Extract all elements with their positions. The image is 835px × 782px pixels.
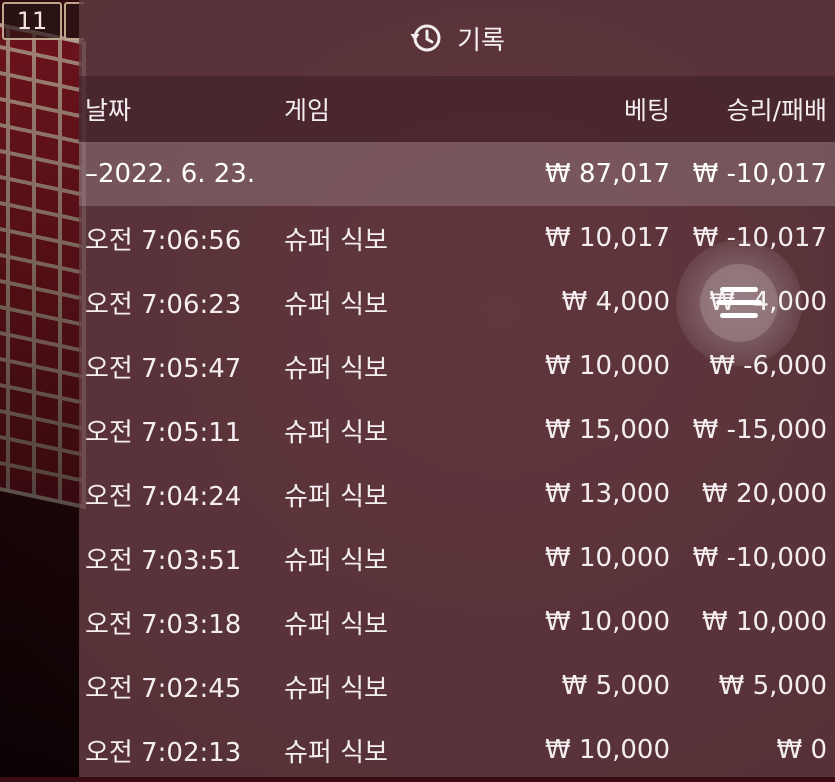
day-group-header[interactable]: –2022. 6. 23. ₩ 87,017 ₩ -10,017: [79, 142, 835, 206]
round-badge: 11: [2, 2, 62, 40]
row-result: ₩ 0: [776, 735, 827, 765]
row-time: 오전 7:03:18: [85, 609, 242, 640]
row-bet: ₩ 10,000: [545, 351, 670, 381]
row-bet: ₩ 10,017: [545, 223, 670, 253]
menu-button-inner: [700, 264, 778, 342]
row-game: 슈퍼 식보: [284, 225, 388, 256]
table-row[interactable]: 오전 7:02:13 슈퍼 식보 ₩ 10,000 ₩ 0: [79, 718, 835, 782]
row-bet: ₩ 13,000: [545, 479, 670, 509]
panel-header: 기록: [79, 0, 835, 76]
table-row[interactable]: 오전 7:05:11 슈퍼 식보 ₩ 15,000 ₩ -15,000: [79, 398, 835, 462]
day-group-date: –2022. 6. 23.: [85, 159, 256, 189]
row-time: 오전 7:05:11: [85, 417, 242, 448]
row-bet: ₩ 4,000: [561, 287, 670, 317]
column-header-result: 승리/패배: [726, 96, 827, 125]
row-game: 슈퍼 식보: [284, 289, 388, 320]
row-game: 슈퍼 식보: [284, 481, 388, 512]
row-time: 오전 7:03:51: [85, 545, 242, 576]
column-header-date: 날짜: [85, 96, 132, 125]
column-header-bet: 베팅: [623, 96, 670, 125]
row-bet: ₩ 10,000: [545, 543, 670, 573]
day-group-total-bet: ₩ 87,017: [545, 159, 670, 189]
table-row[interactable]: 오전 7:03:51 슈퍼 식보 ₩ 10,000 ₩ -10,000: [79, 526, 835, 590]
panel-title: 기록: [457, 25, 505, 56]
table-row[interactable]: 오전 7:02:45 슈퍼 식보 ₩ 5,000 ₩ 5,000: [79, 654, 835, 718]
history-icon: [410, 24, 441, 52]
day-group-total-result: ₩ -10,017: [692, 159, 827, 189]
left-shade: [0, 0, 80, 777]
row-result: ₩ 20,000: [702, 479, 827, 509]
menu-button[interactable]: [676, 240, 802, 366]
column-headers: 날짜 게임 베팅 승리/패배: [79, 76, 835, 142]
row-result: ₩ 5,000: [718, 671, 827, 701]
row-bet: ₩ 15,000: [545, 415, 670, 445]
row-game: 슈퍼 식보: [284, 545, 388, 576]
row-time: 오전 7:02:45: [85, 673, 242, 704]
row-game: 슈퍼 식보: [284, 609, 388, 640]
row-result: ₩ -10,000: [692, 543, 827, 573]
row-time: 오전 7:04:24: [85, 481, 242, 512]
table-row[interactable]: 오전 7:04:24 슈퍼 식보 ₩ 13,000 ₩ 20,000: [79, 462, 835, 526]
row-bet: ₩ 10,000: [545, 607, 670, 637]
row-game: 슈퍼 식보: [284, 417, 388, 448]
column-header-game: 게임: [284, 96, 331, 125]
row-bet: ₩ 5,000: [561, 671, 670, 701]
table-row[interactable]: 오전 7:03:18 슈퍼 식보 ₩ 10,000 ₩ 10,000: [79, 590, 835, 654]
row-time: 오전 7:02:13: [85, 737, 242, 768]
row-time: 오전 7:06:56: [85, 225, 242, 256]
row-result: ₩ 10,000: [702, 607, 827, 637]
row-game: 슈퍼 식보: [284, 673, 388, 704]
row-time: 오전 7:05:47: [85, 353, 242, 384]
row-time: 오전 7:06:23: [85, 289, 242, 320]
history-panel: 기록 날짜 게임 베팅 승리/패배 –2022. 6. 23. ₩ 87,017…: [79, 0, 835, 777]
row-result: ₩ -15,000: [692, 415, 827, 445]
row-game: 슈퍼 식보: [284, 737, 388, 768]
row-bet: ₩ 10,000: [545, 735, 670, 765]
menu-icon: [716, 287, 762, 318]
row-game: 슈퍼 식보: [284, 353, 388, 384]
